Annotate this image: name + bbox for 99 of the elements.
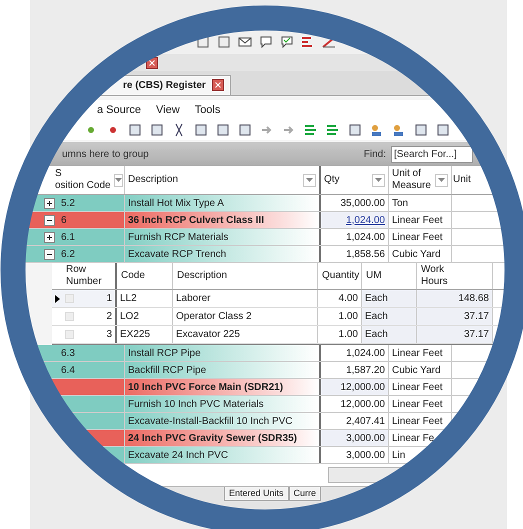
column-header[interactable]: UM — [366, 270, 382, 282]
toolbar-icon[interactable] — [128, 123, 142, 137]
close-icon[interactable] — [212, 79, 224, 91]
collapse-icon[interactable] — [44, 248, 55, 260]
bottom-tab[interactable]: Curre — [288, 487, 322, 501]
table-cell: Furnish 10 Inch PVC Materials — [125, 396, 321, 412]
table-cell: Cubic Yard — [389, 362, 452, 378]
quantity-link[interactable]: 1,024.00 — [321, 212, 389, 228]
table-cell: Linear Feet — [389, 396, 452, 412]
column-header[interactable]: Description — [128, 174, 178, 186]
code-text: 6.4 — [61, 364, 75, 376]
code-text: 6 — [61, 214, 67, 226]
row-header-cell[interactable]: 2 — [52, 308, 117, 325]
table-cell: Each — [362, 290, 417, 307]
row-number: 3 — [106, 329, 112, 340]
row-header-cell[interactable]: 3 — [52, 326, 117, 343]
column-header[interactable]: S osition Code — [55, 168, 111, 192]
group-hint: umns here to group — [62, 148, 149, 160]
table-cell: Laborer — [173, 290, 318, 307]
table-cell: 3,000.00 — [321, 430, 389, 446]
toolbar-icon[interactable] — [414, 123, 428, 137]
dropdown-icon[interactable] — [303, 174, 316, 186]
table-cell: Linear Feet — [389, 345, 452, 361]
table-cell: Linear Feet — [389, 212, 452, 228]
table-cell: Linear Feet — [389, 379, 452, 395]
toolbar-icon[interactable] — [150, 123, 164, 137]
table-cell: 12,000.00 — [321, 396, 389, 412]
toolbar-icon[interactable] — [238, 35, 252, 49]
table-cell: 37.17 — [417, 308, 493, 325]
table-cell: 148.68 — [417, 290, 493, 307]
column-header[interactable]: Work Hours — [421, 264, 448, 288]
table-cell: Excavator 225 — [173, 326, 318, 343]
toolbar-icon[interactable] — [280, 35, 294, 49]
column-header[interactable]: Quantity — [322, 270, 360, 282]
table-cell: 1,024.00 — [321, 345, 389, 361]
column-header[interactable]: Row Number — [66, 264, 102, 288]
current-row-icon — [55, 294, 60, 302]
table-cell: 36 Inch RCP Culvert Class III — [125, 212, 321, 228]
search-field[interactable]: [Search For...] — [391, 146, 473, 162]
column-header[interactable]: Code — [121, 270, 145, 282]
expand-icon[interactable] — [44, 232, 55, 242]
table-cell: LO2 — [117, 308, 173, 325]
toolbar-icon[interactable] — [216, 123, 230, 137]
toolbar-icon[interactable] — [259, 35, 273, 49]
table-cell: Each — [362, 308, 417, 325]
table-cell: 2,407.41 — [321, 413, 389, 429]
table-cell: Install RCP Pipe — [125, 345, 321, 361]
table-cell: Install Hot Mix Type A — [125, 195, 321, 211]
expand-icon[interactable] — [44, 198, 55, 208]
table-cell: 1,858.56 — [321, 246, 389, 262]
table-cell: Furnish RCP Materials — [125, 229, 321, 245]
table-cell: 37.17 — [417, 326, 493, 343]
table-cell: 10 Inch PVC Force Main (SDR21) — [125, 379, 321, 395]
table-cell: 1,024.00 — [321, 229, 389, 245]
row-number: 2 — [106, 311, 112, 322]
table-cell: Linear Feet — [389, 413, 452, 429]
table-cell: LL2 — [117, 290, 173, 307]
table-cell: 3,000.00 — [321, 447, 389, 463]
table-cell: EX225 — [117, 326, 173, 343]
table-cell: Excavate RCP Trench — [125, 246, 321, 262]
table-cell: Excavate-Install-Backfill 10 Inch PVC — [125, 413, 321, 429]
dropdown-icon[interactable] — [372, 174, 385, 186]
row-number: 1 — [106, 293, 112, 304]
table-cell: Operator Class 2 — [173, 308, 318, 325]
table-cell: Excavate 24 Inch PVC — [125, 447, 321, 463]
menu-item[interactable]: View — [156, 104, 180, 116]
code-text: 5.2 — [61, 198, 75, 208]
menu-item[interactable]: a Source — [97, 104, 142, 116]
toolbar-icon[interactable] — [194, 123, 208, 137]
table-cell: Ton — [389, 195, 452, 211]
table-cell: 24 Inch PVC Gravity Sewer (SDR35) — [125, 430, 321, 446]
bottom-tab[interactable]: Entered Units — [224, 487, 289, 501]
column-header[interactable]: Unit — [453, 174, 471, 186]
column-header[interactable]: Description — [177, 270, 228, 282]
code-text: 6.1 — [61, 232, 75, 242]
toolbar-icon[interactable] — [217, 35, 231, 49]
table-cell: Lin — [389, 447, 452, 463]
table-cell: Linear Fe — [389, 430, 452, 446]
row-header-cell[interactable]: 1 — [52, 290, 117, 307]
code-text: 6.3 — [61, 348, 75, 358]
menu-item[interactable]: Tools — [194, 104, 220, 116]
code-text: 6.2 — [61, 248, 75, 260]
toolbar-icon[interactable] — [348, 123, 362, 137]
dropdown-icon[interactable] — [435, 174, 448, 186]
table-cell: Backfill RCP Pipe — [125, 362, 321, 378]
dropdown-icon[interactable] — [114, 174, 123, 186]
column-header[interactable]: Qty — [324, 174, 340, 186]
toolbar-icon[interactable] — [238, 123, 252, 137]
table-cell: Each — [362, 326, 417, 343]
tab-label: re (CBS) Register — [123, 80, 206, 90]
table-cell: 12,000.00 — [321, 379, 389, 395]
toolbar-icon[interactable] — [436, 123, 450, 137]
table-cell: Linear Feet — [389, 229, 452, 245]
table-cell: Cubic Yard — [389, 246, 452, 262]
find-label: Find: — [364, 148, 386, 160]
table-cell: 35,000.00 — [321, 195, 389, 211]
collapse-icon[interactable] — [44, 214, 55, 226]
table-cell: 1,587.20 — [321, 362, 389, 378]
column-header[interactable]: Unit of Measure — [392, 168, 431, 192]
